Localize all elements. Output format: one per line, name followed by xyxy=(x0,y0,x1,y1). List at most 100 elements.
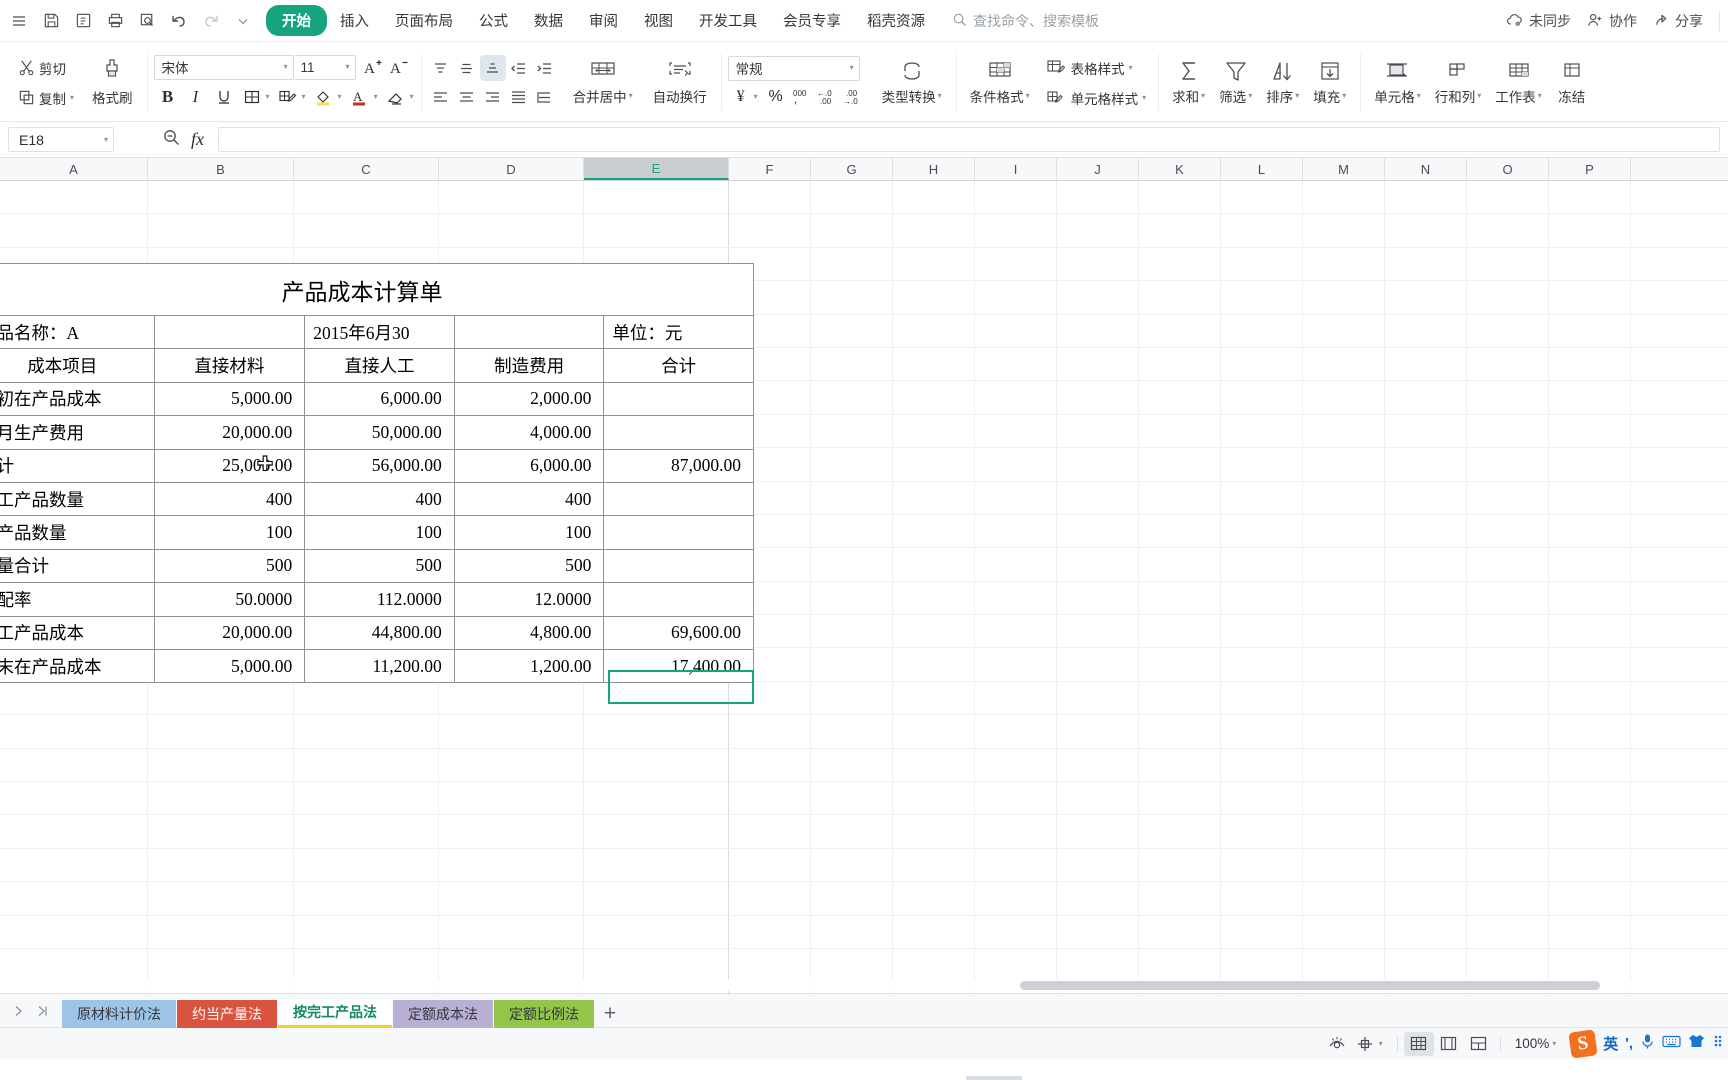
grid-cell[interactable] xyxy=(439,181,584,214)
grid-cell[interactable] xyxy=(1139,181,1221,214)
grid-cell[interactable] xyxy=(1467,815,1549,848)
row-label[interactable]: 在产品数量 xyxy=(0,515,155,550)
grid-cell[interactable] xyxy=(975,782,1057,815)
grid-cell[interactable] xyxy=(1139,815,1221,848)
grid-cell[interactable] xyxy=(975,848,1057,882)
grid-cell[interactable] xyxy=(584,948,729,982)
row-value[interactable] xyxy=(603,582,754,617)
grid-cell[interactable] xyxy=(1549,748,1631,782)
clear-format-button[interactable] xyxy=(382,83,410,111)
grid-cell[interactable] xyxy=(1549,448,1631,481)
filter-button[interactable]: 筛选 ▾ xyxy=(1212,57,1259,108)
grid-cell[interactable] xyxy=(1221,948,1303,982)
grid-cell[interactable] xyxy=(148,915,294,948)
grid-cell[interactable] xyxy=(148,681,294,715)
grid-cell[interactable] xyxy=(439,681,584,715)
number-format-select[interactable]: 常规 ▾ xyxy=(727,55,860,81)
grid-cell[interactable] xyxy=(1221,481,1303,514)
share-button[interactable]: 分享 xyxy=(1653,11,1703,31)
row-value[interactable]: 400 xyxy=(453,481,605,517)
grid-cell[interactable] xyxy=(893,347,975,381)
grid-cell[interactable] xyxy=(1549,948,1631,982)
grid-cell[interactable] xyxy=(439,848,584,882)
row-value[interactable]: 100 xyxy=(304,515,455,550)
tab-developer[interactable]: 开发工具 xyxy=(686,5,770,36)
grid-cell[interactable] xyxy=(439,782,584,815)
grid-cell[interactable] xyxy=(1549,882,1631,915)
grid-cell[interactable] xyxy=(1303,214,1385,247)
report-unit-cell[interactable]: 单位：元 xyxy=(603,314,754,350)
grid-cell[interactable] xyxy=(1303,314,1385,347)
justify-icon[interactable] xyxy=(506,84,532,110)
grid-cell[interactable] xyxy=(893,648,975,681)
grid-cell[interactable] xyxy=(893,314,975,347)
tab-data[interactable]: 数据 xyxy=(521,5,576,36)
grid-cell[interactable] xyxy=(729,681,811,715)
grid-cell[interactable] xyxy=(1549,281,1631,314)
font-family-select[interactable]: 宋体 ▾ xyxy=(153,54,294,80)
grid-cell[interactable] xyxy=(1385,247,1467,281)
grid-cell[interactable] xyxy=(1057,615,1139,648)
row-value[interactable]: 400 xyxy=(304,481,455,517)
grid-cell[interactable] xyxy=(975,548,1057,581)
grid-cell[interactable] xyxy=(294,715,439,748)
font-color-button[interactable]: A xyxy=(346,83,374,111)
grid-cell[interactable] xyxy=(975,815,1057,848)
grid-cell[interactable] xyxy=(0,882,148,915)
column-header-N[interactable]: N xyxy=(1385,158,1467,180)
grid-cell[interactable] xyxy=(1303,481,1385,514)
chevron-down-icon[interactable]: ▾ xyxy=(1379,1039,1383,1048)
italic-button[interactable]: I xyxy=(182,83,210,111)
row-label[interactable]: 完工产品成本 xyxy=(0,615,155,650)
grid-cell[interactable] xyxy=(893,948,975,982)
bold-button[interactable]: B xyxy=(154,83,182,111)
grid-cell[interactable] xyxy=(1139,548,1221,581)
redo-icon[interactable] xyxy=(196,6,226,36)
grid-cell[interactable] xyxy=(148,748,294,782)
percent-format-icon[interactable]: % xyxy=(763,84,789,110)
grid-cell[interactable] xyxy=(1303,882,1385,915)
decrease-decimal-icon[interactable]: .00 →.0 xyxy=(841,84,867,110)
grid-cell[interactable] xyxy=(0,681,148,715)
grid-cell[interactable] xyxy=(1385,281,1467,314)
grid-cell[interactable] xyxy=(1303,915,1385,948)
grid-cell[interactable] xyxy=(1385,214,1467,247)
grid-cell[interactable] xyxy=(975,347,1057,381)
col-header-cost-item[interactable]: 成本项目 xyxy=(0,348,155,383)
grid-cell[interactable] xyxy=(1467,715,1549,748)
grid-cell[interactable] xyxy=(1549,181,1631,214)
grid-cell[interactable] xyxy=(1221,648,1303,681)
grid-cell[interactable] xyxy=(1139,748,1221,782)
grid-cell[interactable] xyxy=(1057,181,1139,214)
collaborate-button[interactable]: 协作 xyxy=(1587,11,1637,31)
grid-cell[interactable] xyxy=(1549,214,1631,247)
grid-cell[interactable] xyxy=(975,214,1057,247)
grid-cell[interactable] xyxy=(1385,848,1467,882)
grid-cell[interactable] xyxy=(1303,581,1385,615)
grid-cell[interactable] xyxy=(294,748,439,782)
underline-button[interactable] xyxy=(210,83,238,111)
product-name-cell[interactable]: 产品名称：A xyxy=(0,314,155,350)
chevron-down-icon[interactable]: ▾ xyxy=(374,93,378,101)
grid-cell[interactable] xyxy=(1057,882,1139,915)
grid-cell[interactable] xyxy=(1549,681,1631,715)
decrease-indent-icon[interactable] xyxy=(506,55,532,81)
copy-button[interactable]: 复制 ▾ xyxy=(13,83,79,113)
grid-cell[interactable] xyxy=(893,214,975,247)
row-value[interactable]: 112.0000 xyxy=(304,582,455,617)
grid-cell[interactable] xyxy=(0,782,148,815)
info-blank-cell[interactable] xyxy=(153,314,306,350)
grid-cell[interactable] xyxy=(1057,247,1139,281)
grid-cell[interactable] xyxy=(1467,381,1549,414)
row-value[interactable] xyxy=(603,515,754,550)
grid-cell[interactable] xyxy=(975,181,1057,214)
grid-cell[interactable] xyxy=(1467,648,1549,681)
grid-cell[interactable] xyxy=(1057,948,1139,982)
chevron-down-icon[interactable]: ▾ xyxy=(302,93,306,101)
grid-cell[interactable] xyxy=(893,181,975,214)
grid-cell[interactable] xyxy=(1467,848,1549,882)
grid-cell[interactable] xyxy=(1057,414,1139,448)
grid-cell[interactable] xyxy=(729,848,811,882)
grid-cell[interactable] xyxy=(294,214,439,247)
column-header-H[interactable]: H xyxy=(893,158,975,180)
